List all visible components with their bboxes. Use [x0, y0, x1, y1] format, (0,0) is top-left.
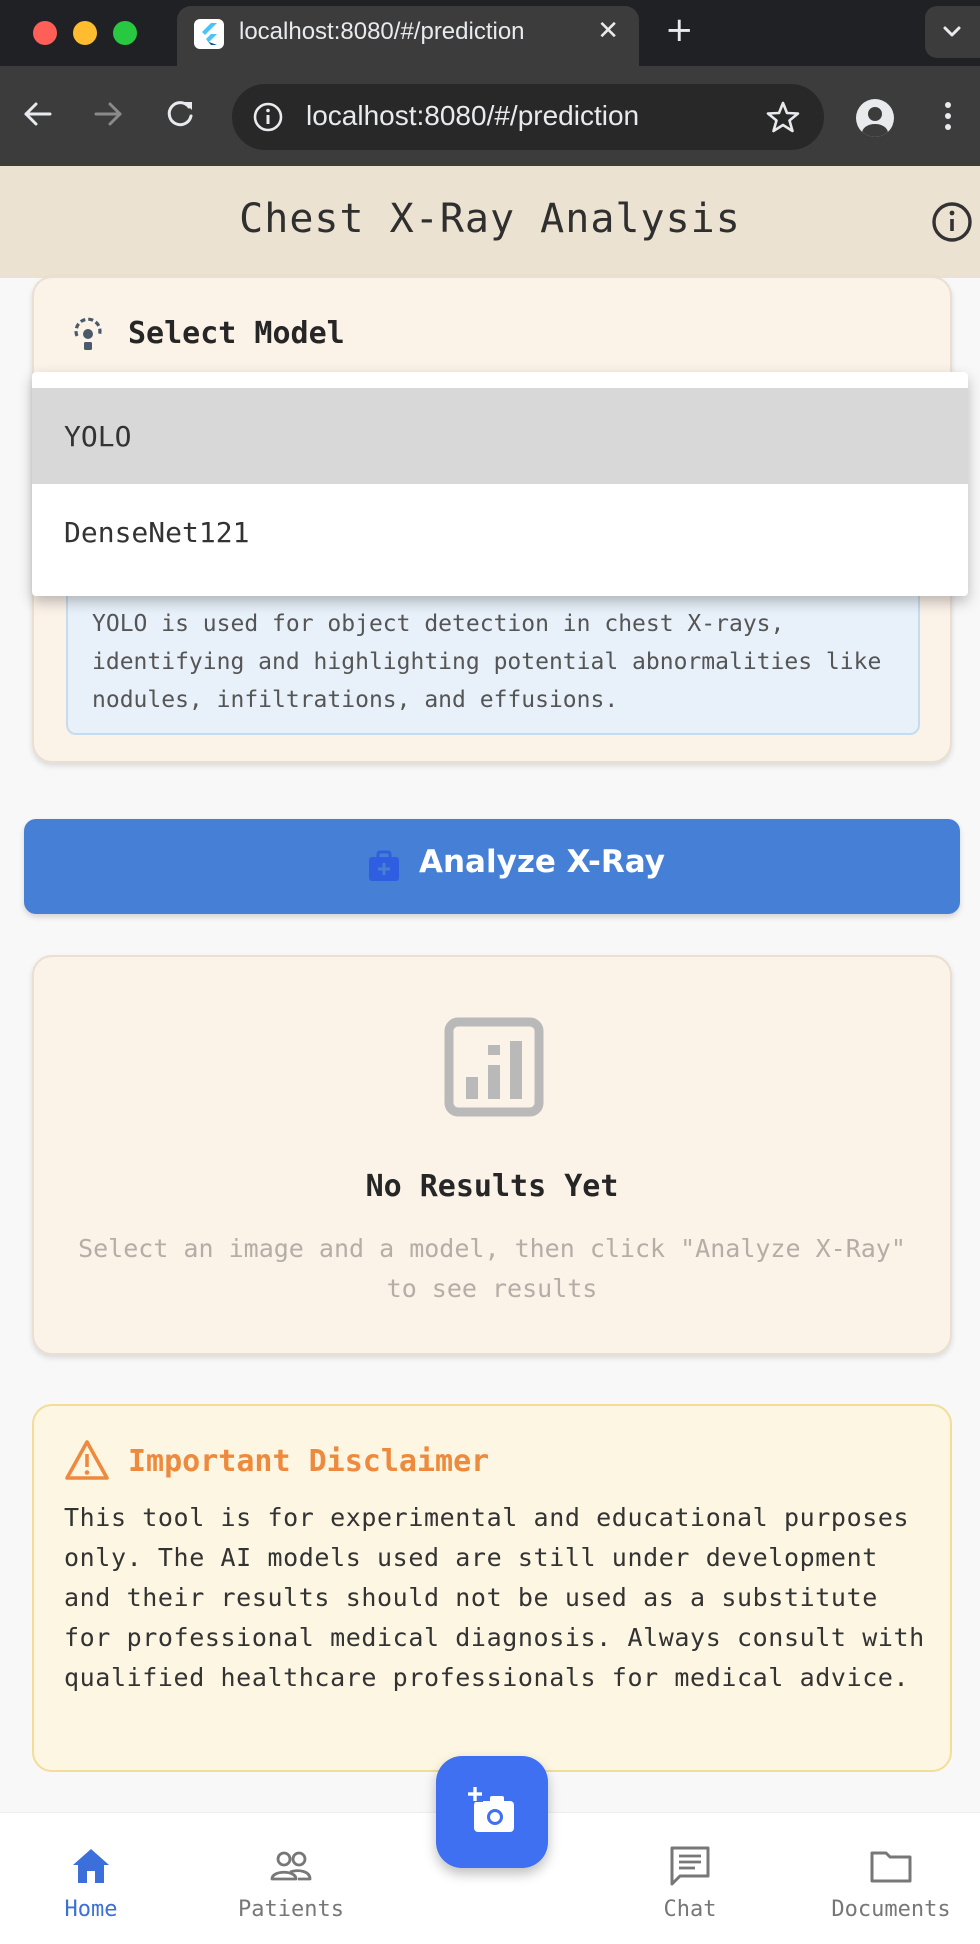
nav-label-chat: Chat [663, 1897, 717, 1922]
dropdown-option-densenet121[interactable]: DenseNet121 [32, 484, 968, 580]
nav-label-home: Home [64, 1897, 118, 1922]
bookmark-star-icon[interactable] [764, 98, 802, 136]
back-arrow-icon[interactable] [16, 92, 60, 136]
profile-avatar-icon[interactable] [856, 99, 894, 137]
add-photo-icon [467, 1786, 514, 1832]
page-title: Chest X-Ray Analysis [239, 196, 741, 242]
window-minimize-button[interactable] [73, 21, 97, 45]
analyze-xray-button[interactable]: Analyze X-Ray [24, 819, 960, 914]
select-model-heading: Select Model [128, 316, 345, 351]
browser-toolbar: localhost:8080/#/prediction [0, 66, 980, 166]
url-text[interactable]: localhost:8080/#/prediction [306, 100, 639, 132]
app-bar: Chest X-Ray Analysis [0, 166, 980, 278]
home-icon [73, 1849, 109, 1883]
people-icon [270, 1851, 312, 1881]
nav-item-home[interactable]: Home [11, 1843, 171, 1922]
reload-icon[interactable] [158, 92, 202, 136]
browser-tab-active[interactable]: localhost:8080/#/prediction ✕ [177, 6, 639, 66]
window-maximize-button[interactable] [113, 21, 137, 45]
forward-arrow-icon[interactable] [86, 92, 130, 136]
new-tab-button[interactable]: + [665, 10, 694, 50]
model-dropdown-menu: YOLO DenseNet121 [32, 372, 968, 596]
folder-icon [870, 1851, 912, 1883]
window-close-button[interactable] [33, 21, 57, 45]
analytics-chart-icon [444, 1017, 544, 1117]
info-icon[interactable] [930, 200, 974, 244]
chevron-down-icon [943, 26, 961, 37]
dropdown-option-yolo[interactable]: YOLO [32, 388, 968, 484]
disclaimer-body: This tool is for experimental and educat… [64, 1503, 925, 1692]
model-psychology-icon [74, 317, 102, 350]
site-info-icon[interactable] [250, 99, 286, 135]
address-bar[interactable]: localhost:8080/#/prediction [232, 84, 824, 150]
analyze-button-label: Analyze X-Ray [419, 844, 665, 880]
nav-label-documents: Documents [831, 1897, 951, 1922]
add-xray-photo-fab[interactable] [436, 1756, 548, 1868]
nav-item-documents[interactable]: Documents [811, 1843, 971, 1922]
nav-item-patients[interactable]: Patients [211, 1843, 371, 1922]
disclaimer-title: Important Disclaimer [128, 1444, 490, 1479]
disclaimer-card: Important Disclaimer This tool is for ex… [32, 1404, 952, 1772]
no-results-title: No Results Yet [365, 1169, 619, 1204]
more-vert-icon[interactable] [930, 96, 966, 136]
tab-close-icon[interactable]: ✕ [597, 16, 619, 46]
medical-bag-icon [369, 850, 399, 881]
model-description: YOLO is used for object detection in che… [66, 583, 920, 735]
nav-label-patients: Patients [238, 1897, 344, 1922]
warning-icon [65, 1440, 109, 1480]
tab-search-button[interactable] [925, 6, 980, 58]
flutter-favicon-icon [194, 19, 224, 49]
nav-item-chat[interactable]: Chat [610, 1843, 770, 1922]
no-results-hint: Select an image and a model, then click … [78, 1234, 906, 1303]
browser-tab-strip: localhost:8080/#/prediction ✕ + [0, 0, 980, 66]
browser-tab-title: localhost:8080/#/prediction [239, 18, 525, 45]
results-card: No Results Yet Select an image and a mod… [32, 955, 952, 1355]
chat-icon [670, 1846, 710, 1886]
